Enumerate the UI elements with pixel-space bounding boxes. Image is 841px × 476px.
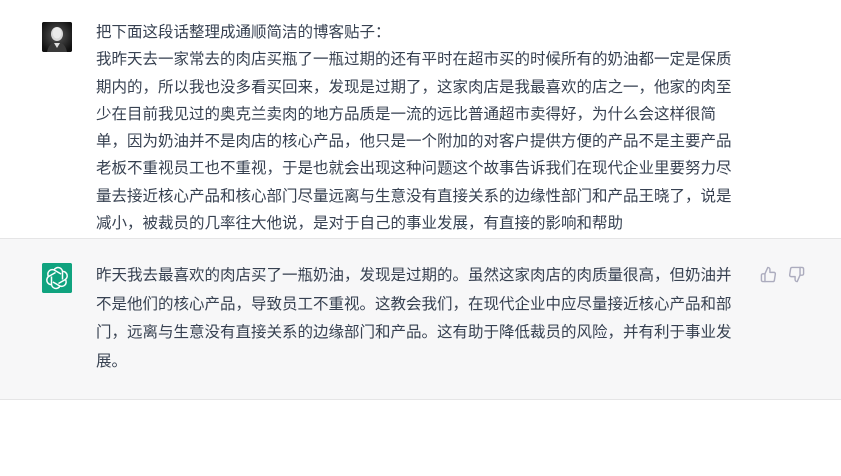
user-message-text: 把下面这段话整理成通顺简洁的博客贴子： 我昨天去一家常去的肉店买瓶了一瓶过期的还… <box>96 19 741 237</box>
assistant-message: 昨天我去最喜欢的肉店买了一瓶奶油，发现是过期的。虽然这家肉店的肉质量很高，但奶油… <box>0 239 841 400</box>
user-prompt-body: 我昨天去一家常去的肉店买瓶了一瓶过期的还有平时在超市买的时候所有的奶油都一定是保… <box>96 50 732 233</box>
chatgpt-logo-icon <box>42 263 72 293</box>
user-message: 把下面这段话整理成通顺简洁的博客贴子： 我昨天去一家常去的肉店买瓶了一瓶过期的还… <box>0 0 841 239</box>
assistant-message-text: 昨天我去最喜欢的肉店买了一瓶奶油，发现是过期的。虽然这家肉店的肉质量很高，但奶油… <box>96 266 732 370</box>
thumbs-up-icon[interactable] <box>760 266 777 283</box>
user-avatar <box>42 22 72 52</box>
thumbs-down-icon[interactable] <box>788 266 805 283</box>
conversation-thread: 把下面这段话整理成通顺简洁的博客贴子： 我昨天去一家常去的肉店买瓶了一瓶过期的还… <box>0 0 841 476</box>
user-prompt-instruction: 把下面这段话整理成通顺简洁的博客贴子： <box>96 23 391 41</box>
feedback-buttons <box>760 266 805 283</box>
